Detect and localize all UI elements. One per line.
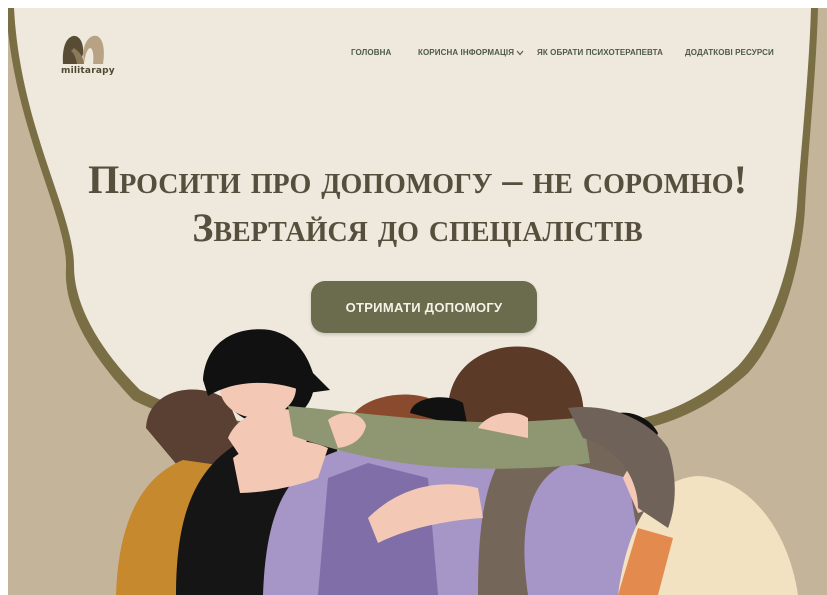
nav-item-useful-info[interactable]: КОРИСНА ІНФОРМАЦІЯ: [418, 48, 524, 57]
brand-name: militarapy: [61, 66, 115, 76]
page: militarapy ГОЛОВНА КОРИСНА ІНФОРМАЦІЯ ЯК…: [8, 8, 827, 595]
brand-logo[interactable]: militarapy: [60, 32, 120, 84]
hero-title-line1: Просити про допомогу – не соромно!: [88, 157, 747, 202]
nav-item-choose-therapist[interactable]: ЯК ОБРАТИ ПСИХОТЕРАПЕВТА: [537, 48, 663, 57]
hero-title-line2: Звертайся до спеціалістів: [192, 205, 643, 250]
get-help-button[interactable]: ОТРИМАТИ ДОПОМОГУ: [311, 281, 537, 333]
chevron-down-icon: [516, 50, 524, 56]
nav-item-home[interactable]: ГОЛОВНА: [351, 48, 391, 57]
nav-item-additional-resources[interactable]: ДОДАТКОВІ РЕСУРСИ: [685, 48, 774, 57]
m-logo-icon: [62, 35, 104, 64]
nav-item-useful-info-label: КОРИСНА ІНФОРМАЦІЯ: [418, 48, 515, 57]
